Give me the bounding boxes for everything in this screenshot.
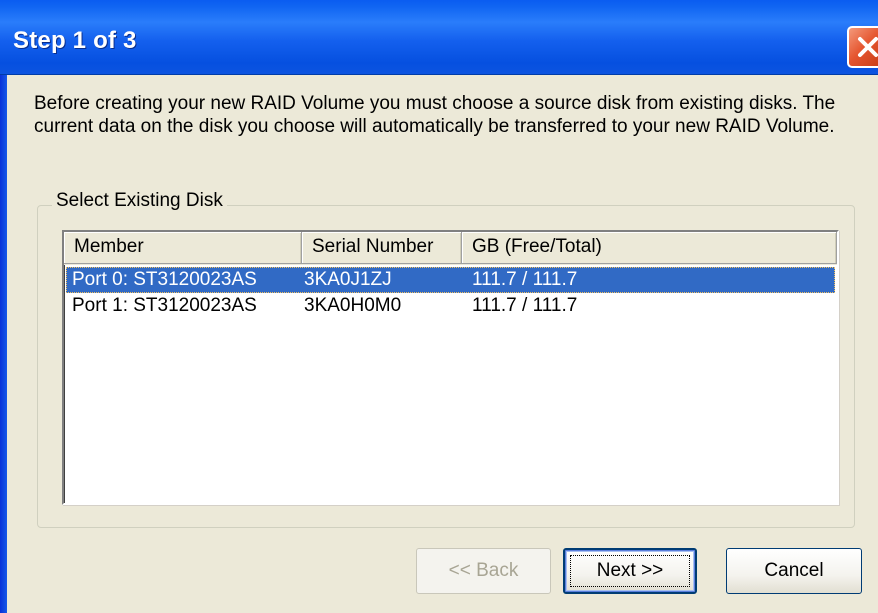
next-button[interactable]: Next >> xyxy=(563,548,697,594)
dialog-window: Step 1 of 3 Before creating your new RAI… xyxy=(0,0,878,613)
column-header-gb[interactable]: GB (Free/Total) xyxy=(462,232,837,264)
disk-list[interactable]: Member Serial Number GB (Free/Total) Por… xyxy=(62,230,839,505)
close-icon xyxy=(858,37,878,57)
list-row-port-0[interactable]: Port 0: ST3120023AS 3KA0J1ZJ 111.7 / 111… xyxy=(66,267,835,293)
groupbox-label: Select Existing Disk xyxy=(52,190,227,212)
cell-member: Port 1: ST3120023AS xyxy=(72,295,257,316)
cancel-button[interactable]: Cancel xyxy=(726,548,862,594)
cell-gb: 111.7 / 111.7 xyxy=(472,269,578,290)
column-header-serial-number[interactable]: Serial Number xyxy=(302,232,462,264)
back-button[interactable]: << Back xyxy=(416,548,551,594)
title-bar[interactable]: Step 1 of 3 xyxy=(0,0,878,75)
window-title: Step 1 of 3 xyxy=(13,27,137,54)
close-button[interactable] xyxy=(847,26,878,68)
cell-gb: 111.7 / 111.7 xyxy=(472,295,578,316)
cell-member: Port 0: ST3120023AS xyxy=(72,269,257,290)
window-frame-left xyxy=(0,75,7,613)
cell-serial-number: 3KA0H0M0 xyxy=(304,295,402,316)
instructions-text: Before creating your new RAID Volume you… xyxy=(34,93,836,137)
next-button-label: Next >> xyxy=(596,560,664,581)
list-header: Member Serial Number GB (Free/Total) xyxy=(64,232,837,265)
column-header-member[interactable]: Member xyxy=(64,232,302,264)
cell-serial-number: 3KA0J1ZJ xyxy=(304,269,392,290)
list-row-port-1[interactable]: Port 1: ST3120023AS 3KA0H0M0 111.7 / 111… xyxy=(66,293,835,319)
